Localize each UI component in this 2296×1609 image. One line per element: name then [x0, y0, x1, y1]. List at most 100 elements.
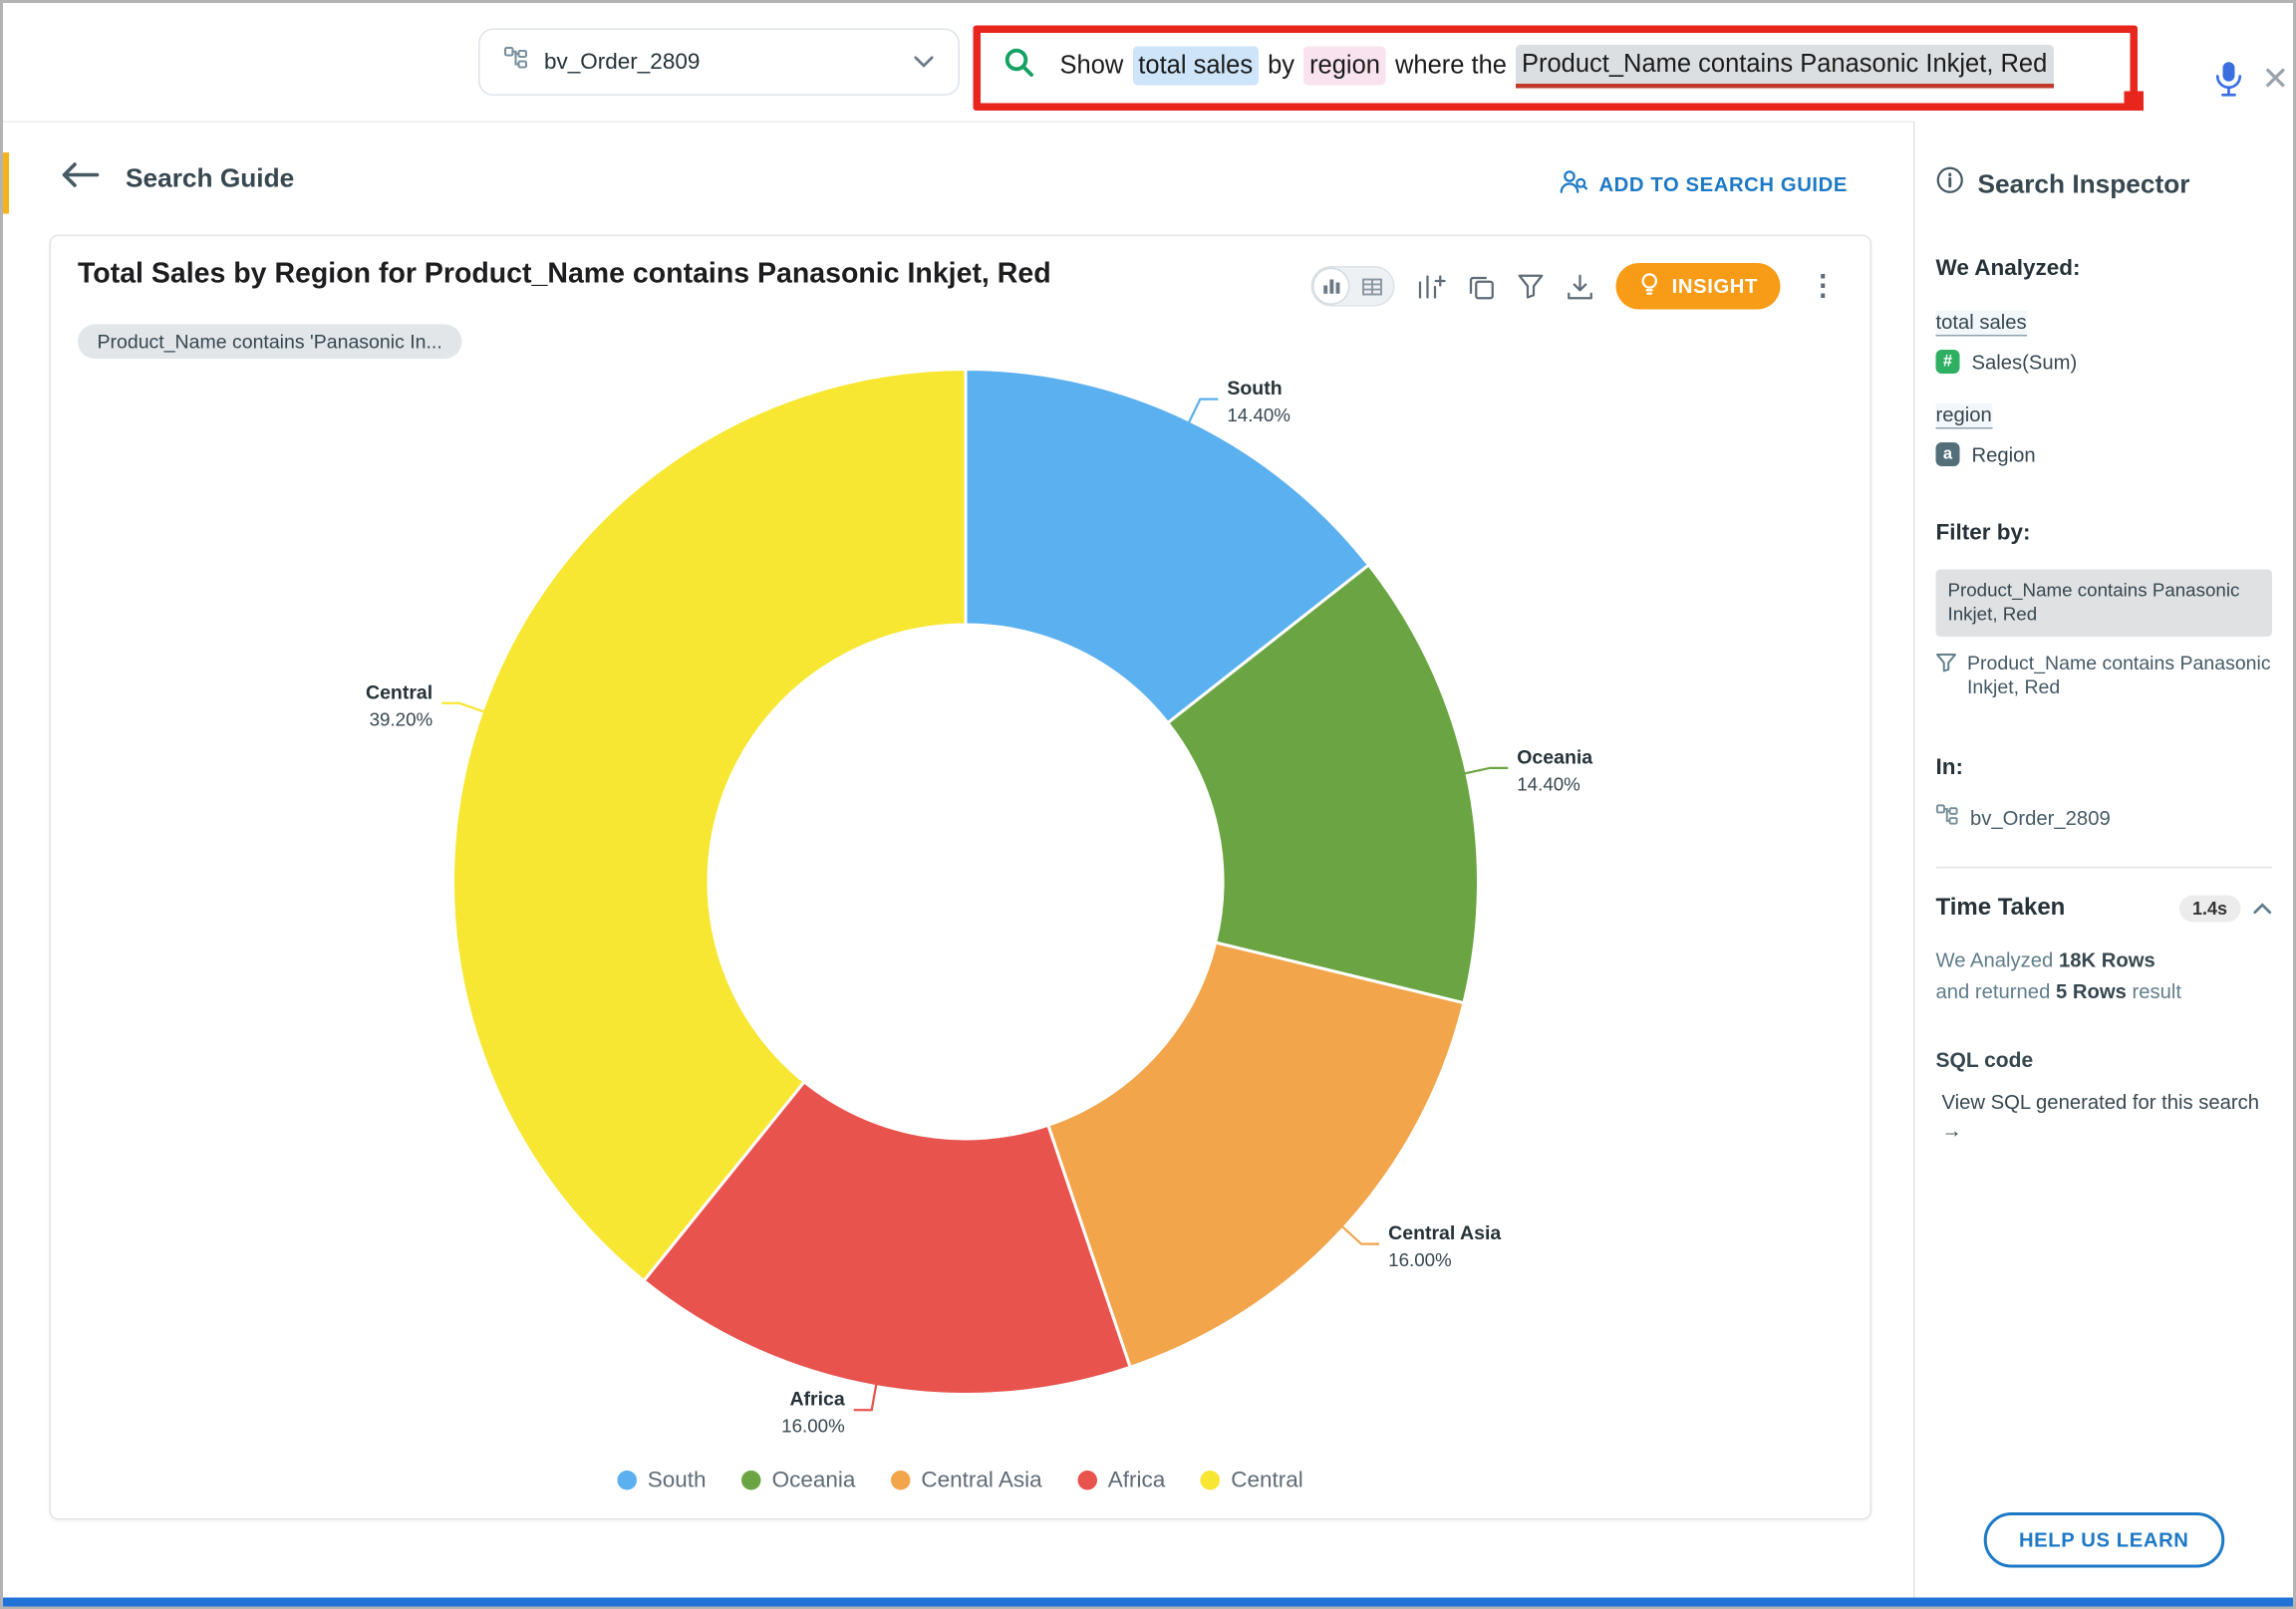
slice-label-percent: 14.40% [1517, 773, 1580, 794]
slice-label-percent: 16.00% [781, 1416, 845, 1437]
in-label: In: [1936, 755, 2273, 781]
slice-label-name: South [1227, 378, 1282, 400]
legend-item-africa[interactable]: Africa [1078, 1468, 1166, 1493]
time-taken-row[interactable]: Time Taken 1.4s [1936, 896, 2273, 923]
donut-slice-central-asia[interactable] [1048, 942, 1464, 1367]
filter-by-label: Filter by: [1936, 520, 2273, 546]
legend-item-oceania[interactable]: Oceania [742, 1468, 856, 1493]
kebab-menu-icon[interactable]: ⋮ [1803, 269, 1844, 304]
chevron-down-icon[interactable] [914, 49, 935, 76]
search-token-dimension[interactable]: region [1303, 47, 1386, 86]
legend-label: Central [1231, 1468, 1303, 1493]
legend-item-south[interactable]: South [618, 1468, 707, 1493]
inspector-header: Search Inspector [1936, 166, 2273, 202]
search-icon [1002, 44, 1037, 88]
legend-dot [1201, 1471, 1221, 1490]
lightbulb-icon [1639, 272, 1662, 301]
legend-label: Central Asia [921, 1468, 1041, 1493]
dataset-icon [504, 47, 528, 79]
add-chart-icon[interactable] [1418, 272, 1447, 301]
divider [1936, 867, 2273, 869]
slice-label-percent: 16.00% [1388, 1249, 1452, 1270]
slice-label-percent: 39.20% [370, 708, 433, 729]
result-card: Total Sales by Region for Product_Name c… [50, 235, 1872, 1520]
view-sql-link[interactable]: View SQL generated for this search → [1936, 1090, 2273, 1147]
back-arrow-icon[interactable] [60, 161, 101, 196]
time-taken-badge: 1.4s [2178, 896, 2240, 923]
app-viewport: bv_Order_2809 Showtotal salesbyregionwhe… [0, 0, 2296, 1609]
search-guide-header: Search Guide [60, 161, 294, 196]
filter-detail-text: Product_Name contains Panasonic Inkjet, … [1967, 651, 2272, 701]
insight-button[interactable]: INSIGHT [1616, 263, 1780, 310]
filter-icon[interactable] [1518, 274, 1545, 300]
person-search-icon [1559, 169, 1587, 199]
help-us-learn-button[interactable]: HELP US LEARN [1983, 1512, 2225, 1568]
sql-code-label: SQL code [1936, 1048, 2273, 1072]
inspector-dataset-name: bv_Order_2809 [1970, 807, 2111, 830]
legend-dot [891, 1471, 911, 1490]
download-icon[interactable] [1568, 273, 1594, 300]
time-taken-label: Time Taken [1936, 896, 2179, 923]
legend-dot [742, 1471, 762, 1490]
card-header: Total Sales by Region for Product_Name c… [51, 236, 1870, 310]
microphone-button[interactable] [2212, 60, 2245, 107]
small-filter-icon [1936, 653, 1957, 701]
add-to-search-guide-button[interactable]: ADD TO SEARCH GUIDE [1559, 169, 1848, 199]
legend-label: Africa [1108, 1468, 1166, 1493]
analyzed-rows-value: 18K Rows [2059, 949, 2155, 972]
search-input[interactable]: Showtotal salesbyregionwhere theProduct_… [1060, 44, 2054, 88]
search-guide-title: Search Guide [126, 163, 294, 195]
search-token-plain[interactable]: Show [1060, 47, 1124, 86]
label-leader-line [441, 703, 484, 712]
close-icon[interactable]: ✕ [2262, 63, 2290, 96]
table-view-icon[interactable] [1350, 277, 1394, 295]
app-window: bv_Order_2809 Showtotal salesbyregionwhe… [0, 0, 2296, 1609]
arrow-right-icon: → [1942, 1120, 1962, 1143]
legend-dot [618, 1471, 638, 1490]
inspector-filter-chip[interactable]: Product_Name contains Panasonic Inkjet, … [1936, 570, 2273, 637]
rows-analyzed-text: We Analyzed 18K Rows and returned 5 Rows… [1936, 946, 2273, 1009]
filter-detail-row: Product_Name contains Panasonic Inkjet, … [1936, 651, 2273, 701]
add-to-search-guide-label: ADD TO SEARCH GUIDE [1598, 172, 1848, 195]
slice-label-name: Central Asia [1388, 1222, 1501, 1244]
annotation-handle [2125, 92, 2145, 112]
search-token-plain[interactable]: where the [1395, 47, 1507, 86]
slice-label-name: Africa [789, 1389, 844, 1411]
string-field-icon: a [1936, 442, 1960, 466]
measure-field-row: # Sales(Sum) [1936, 350, 2273, 374]
label-leader-line [1341, 1225, 1379, 1243]
dataset-selector[interactable]: bv_Order_2809 [478, 29, 960, 97]
label-leader-line [854, 1384, 877, 1411]
legend-dot [1078, 1471, 1098, 1490]
dimension-token[interactable]: region [1936, 403, 1992, 429]
top-header: bv_Order_2809 Showtotal salesbyregionwhe… [3, 3, 2293, 123]
measure-token[interactable]: total sales [1936, 311, 2027, 337]
chart-table-toggle[interactable] [1311, 266, 1395, 307]
dataset-selector-value: bv_Order_2809 [544, 50, 897, 76]
slice-label-name: Oceania [1517, 746, 1592, 768]
search-token-plain[interactable]: by [1268, 47, 1294, 86]
label-leader-line [1189, 400, 1219, 423]
card-toolbar: INSIGHT ⋮ [1311, 263, 1843, 310]
search-token-measure[interactable]: total sales [1132, 47, 1259, 86]
dataset-icon [1936, 804, 1959, 831]
legend-label: Oceania [772, 1468, 856, 1493]
slice-label-name: Central [366, 681, 432, 703]
dimension-field-label: Region [1972, 443, 2036, 466]
inspector-dataset-row: bv_Order_2809 [1936, 804, 2273, 831]
copy-icon[interactable] [1469, 273, 1496, 300]
legend-item-central[interactable]: Central [1201, 1468, 1303, 1493]
numeric-field-icon: # [1936, 350, 1960, 374]
legend-label: South [648, 1468, 707, 1493]
chart-view-icon[interactable] [1313, 268, 1351, 306]
chevron-up-icon[interactable] [2253, 896, 2273, 923]
inspector-title: Search Inspector [1978, 168, 2190, 200]
legend-item-central-asia[interactable]: Central Asia [891, 1468, 1041, 1493]
dimension-field-row: a Region [1936, 442, 2273, 466]
left-accent-bar [3, 152, 9, 214]
bottom-accent-bar [3, 1597, 2293, 1606]
search-token-filter[interactable]: Product_Name contains Panasonic Inkjet, … [1516, 44, 2053, 88]
search-bar[interactable]: Showtotal salesbyregionwhere theProduct_… [1002, 39, 2053, 93]
search-inspector-panel: Search Inspector We Analyzed: total sale… [1913, 122, 2293, 1598]
chart-legend: South Oceania Central Asia Africa Central [51, 1468, 1870, 1493]
